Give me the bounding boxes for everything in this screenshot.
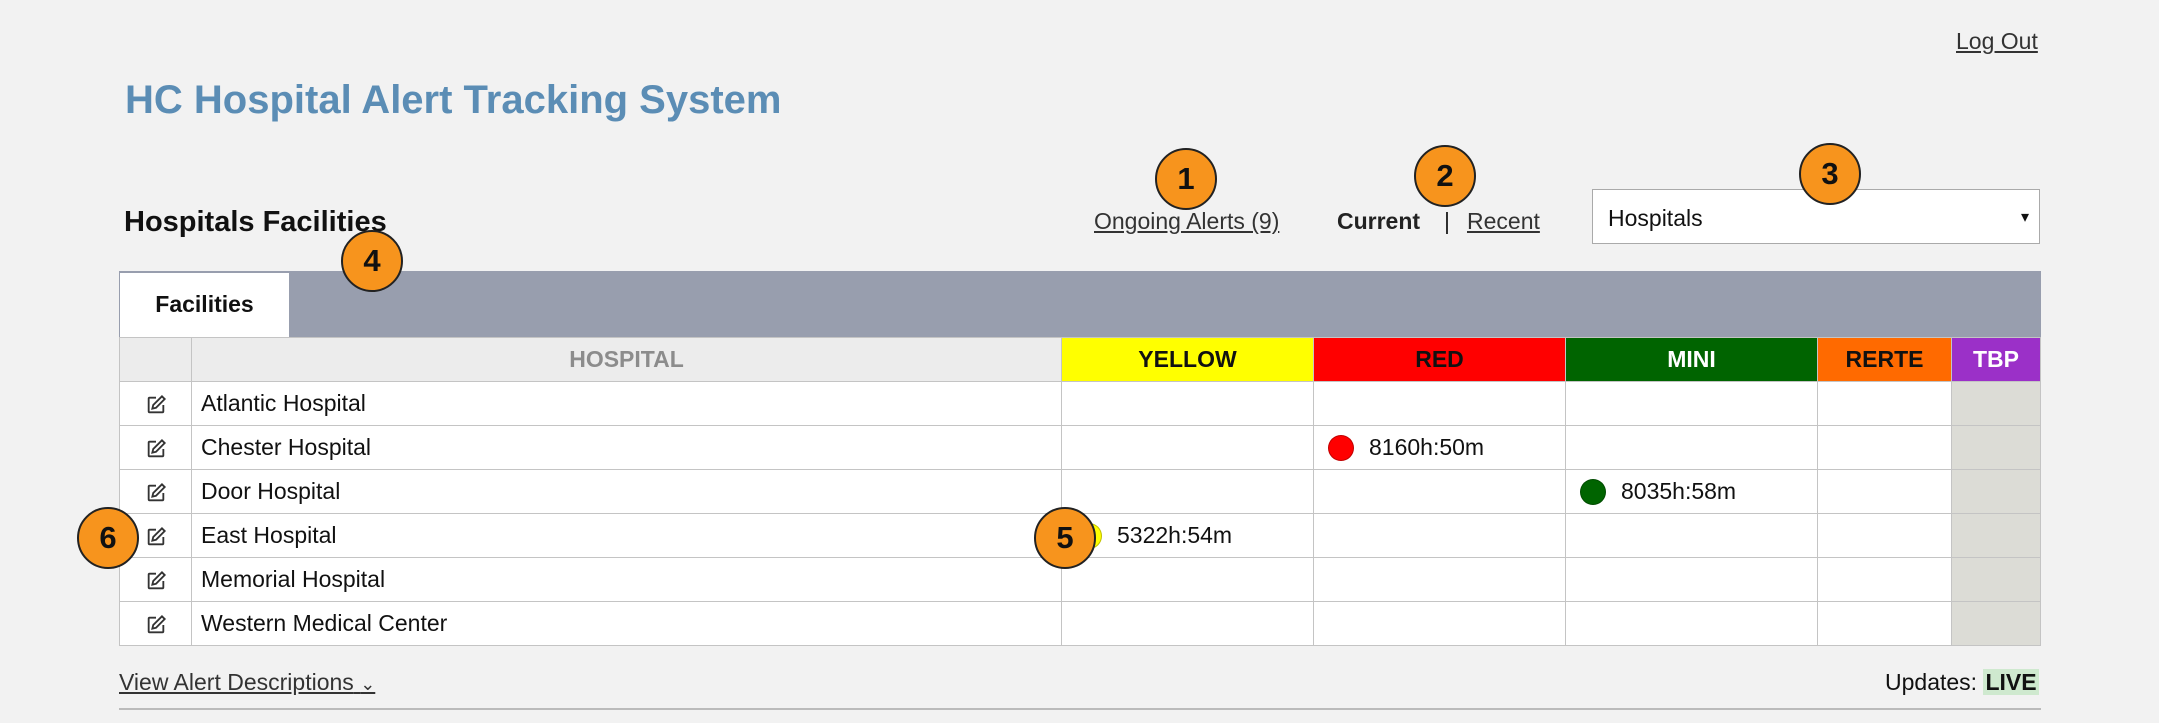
column-header-yellow: YELLOW xyxy=(1061,337,1314,382)
callout-marker: 4 xyxy=(341,230,403,292)
edit-icon[interactable] xyxy=(145,566,167,592)
yellow-alert-cell: 5322h:54m xyxy=(1061,513,1314,558)
column-header-hospital: HOSPITAL xyxy=(191,337,1062,382)
red-alert-cell xyxy=(1313,601,1566,646)
table-row: Door Hospital 8035h:58m xyxy=(119,469,2041,514)
ongoing-alerts-link[interactable]: Ongoing Alerts (9) xyxy=(1094,208,1279,235)
rerte-alert-cell xyxy=(1817,601,1952,646)
yellow-alert-cell xyxy=(1061,381,1314,426)
section-title: Hospitals Facilities xyxy=(124,206,387,238)
rerte-alert-cell xyxy=(1817,381,1952,426)
mini-alert-cell: 8035h:58m xyxy=(1565,469,1818,514)
facility-type-selected: Hospitals xyxy=(1608,205,1703,231)
table-row: Western Medical Center xyxy=(119,601,2041,646)
recent-link[interactable]: Recent xyxy=(1467,208,1540,235)
yellow-alert-cell xyxy=(1061,601,1314,646)
alert-duration: 8160h:50m xyxy=(1369,434,1485,460)
hospital-name-cell: Western Medical Center xyxy=(191,601,1062,646)
mini-alert-cell xyxy=(1565,381,1818,426)
mini-status-dot xyxy=(1580,478,1606,505)
edit-cell xyxy=(119,425,192,470)
rerte-alert-cell xyxy=(1817,425,1952,470)
hospital-name-cell: Atlantic Hospital xyxy=(191,381,1062,426)
yellow-alert-cell xyxy=(1061,557,1314,602)
table-header-row: HOSPITAL YELLOW RED MINI RERTE TBP xyxy=(119,337,2041,382)
hospital-name-cell: Memorial Hospital xyxy=(191,557,1062,602)
edit-cell xyxy=(119,557,192,602)
alert-duration: 8035h:58m xyxy=(1621,478,1737,504)
rerte-alert-cell xyxy=(1817,469,1952,514)
rerte-alert-cell xyxy=(1817,557,1952,602)
app-title: HC Hospital Alert Tracking System xyxy=(125,78,782,122)
red-alert-cell xyxy=(1313,381,1566,426)
updates-label: Updates: xyxy=(1885,669,1978,695)
column-header-tbp: TBP xyxy=(1951,337,2041,382)
yellow-alert-cell xyxy=(1061,469,1314,514)
hospital-name-cell: East Hospital xyxy=(191,513,1062,558)
view-alert-descriptions-label[interactable]: View Alert Descriptions xyxy=(119,669,354,695)
tbp-alert-cell xyxy=(1951,557,2041,602)
logout-link[interactable]: Log Out xyxy=(1956,28,2038,55)
tab-bar: Facilities xyxy=(119,271,2041,337)
updates-status: Updates: LIVE xyxy=(1885,669,2039,696)
tbp-alert-cell xyxy=(1951,513,2041,558)
edit-icon[interactable] xyxy=(145,610,167,636)
edit-cell xyxy=(119,601,192,646)
mini-alert-cell xyxy=(1565,425,1818,470)
table-row: Atlantic Hospital xyxy=(119,381,2041,426)
chevron-down-icon: ⌄ xyxy=(360,674,376,694)
mini-alert-cell xyxy=(1565,557,1818,602)
yellow-alert-cell xyxy=(1061,425,1314,470)
column-header-mini: MINI xyxy=(1565,337,1818,382)
callout-marker: 3 xyxy=(1799,143,1861,205)
red-alert-cell xyxy=(1313,513,1566,558)
edit-icon[interactable] xyxy=(145,434,167,460)
facilities-table: HOSPITAL YELLOW RED MINI RERTE TBP Atlan… xyxy=(119,337,2041,646)
column-header-edit xyxy=(119,337,192,382)
table-row: Chester Hospital 8160h:50m xyxy=(119,425,2041,470)
hospital-name-cell: Door Hospital xyxy=(191,469,1062,514)
callout-marker: 5 xyxy=(1034,507,1096,569)
bottom-divider xyxy=(119,708,2041,710)
tbp-alert-cell xyxy=(1951,425,2041,470)
chevron-down-icon: ▾ xyxy=(2020,209,2029,226)
alert-timer: 8035h:58m xyxy=(1566,478,1817,505)
edit-icon[interactable] xyxy=(145,478,167,504)
edit-cell xyxy=(119,469,192,514)
hospital-name-cell: Chester Hospital xyxy=(191,425,1062,470)
callout-marker: 2 xyxy=(1414,145,1476,207)
red-alert-cell xyxy=(1313,557,1566,602)
current-view-label: Current xyxy=(1337,208,1421,234)
red-status-dot xyxy=(1328,434,1354,461)
edit-icon[interactable] xyxy=(145,522,167,548)
rerte-alert-cell xyxy=(1817,513,1952,558)
edit-cell xyxy=(119,381,192,426)
alert-duration: 5322h:54m xyxy=(1117,522,1233,548)
live-badge: LIVE xyxy=(1983,669,2039,695)
callout-marker: 6 xyxy=(77,507,139,569)
nav-separator: | xyxy=(1444,208,1450,234)
callout-marker: 1 xyxy=(1155,148,1217,210)
alert-timer: 8160h:50m xyxy=(1314,434,1565,461)
alert-timer: 5322h:54m xyxy=(1062,522,1313,549)
column-header-rerte: RERTE xyxy=(1817,337,1952,382)
edit-icon[interactable] xyxy=(145,390,167,416)
mini-alert-cell xyxy=(1565,601,1818,646)
tab-facilities[interactable]: Facilities xyxy=(120,273,289,337)
red-alert-cell: 8160h:50m xyxy=(1313,425,1566,470)
mini-alert-cell xyxy=(1565,513,1818,558)
red-alert-cell xyxy=(1313,469,1566,514)
view-alert-descriptions-link[interactable]: View Alert Descriptions ⌄ xyxy=(119,669,375,696)
tbp-alert-cell xyxy=(1951,469,2041,514)
tbp-alert-cell xyxy=(1951,601,2041,646)
column-header-red: RED xyxy=(1313,337,1566,382)
tbp-alert-cell xyxy=(1951,381,2041,426)
